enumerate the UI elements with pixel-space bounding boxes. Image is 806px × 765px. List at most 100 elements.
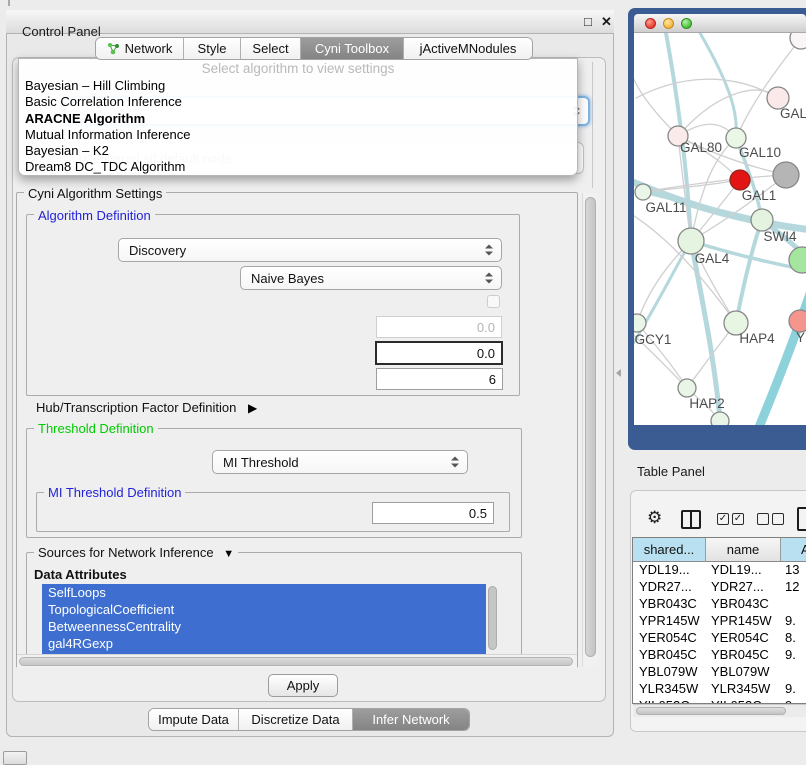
float-window-icon[interactable]: □ (584, 14, 592, 29)
node-label: SWI4 (763, 229, 796, 244)
network-edge[interactable] (700, 33, 736, 138)
gear-icon[interactable]: ⚙ (647, 508, 662, 528)
table-row[interactable]: YDR27... YDR27... 12 (633, 579, 806, 596)
network-node[interactable] (789, 310, 806, 332)
control-panel-titlebar[interactable]: Control Panel (6, 10, 614, 34)
network-node[interactable] (711, 412, 729, 425)
splitter-collapse-icon[interactable] (616, 369, 621, 377)
table-cell: YBR045C (639, 647, 697, 662)
network-node[interactable] (678, 379, 696, 397)
table-row[interactable]: YBL079WYBL079W (633, 664, 806, 681)
column-header-name[interactable]: name (706, 538, 781, 562)
network-node[interactable] (790, 33, 806, 49)
tab-discretize-data[interactable]: Discretize Data (239, 709, 353, 730)
network-edge[interactable] (678, 90, 778, 136)
network-node[interactable] (730, 170, 750, 190)
table-cell: YPR145W (711, 613, 772, 628)
mi-algorithm-type-combobox[interactable]: Naive Bayes (240, 266, 502, 290)
data-attribute-item[interactable]: SelfLoops (42, 584, 486, 601)
algorithm-option[interactable]: Basic Correlation Inference (23, 94, 575, 110)
split-columns-icon[interactable] (681, 510, 701, 529)
table-row[interactable]: YER054CYER054C8. (633, 630, 806, 647)
corner-button[interactable] (3, 751, 27, 765)
network-edge[interactable] (636, 79, 778, 98)
sources-toggle[interactable]: Sources for Network Inference ▼ (34, 545, 238, 560)
tab-cyni-toolbox[interactable]: Cyni Toolbox (301, 38, 404, 59)
network-window-titlebar[interactable] (634, 14, 806, 33)
network-edge[interactable] (736, 220, 762, 323)
network-edge[interactable] (634, 212, 736, 323)
tab-jactivemnodules[interactable]: jActiveMNodules (404, 38, 532, 59)
network-node[interactable] (635, 184, 651, 200)
unchecked-checkbox-icon[interactable] (757, 513, 769, 525)
table-horizontal-scrollbar[interactable] (633, 704, 806, 717)
checked-checkbox-icon[interactable]: ✓ (717, 513, 729, 525)
data-attribute-item[interactable]: BetweennessCentrality (42, 618, 486, 635)
tab-style[interactable]: Style (184, 38, 241, 59)
which-threshold-value: MI Threshold (223, 455, 299, 470)
table-cell: YDR27... (639, 579, 692, 594)
data-attribute-item[interactable]: TopologicalCoefficient (42, 601, 486, 618)
settings-vertical-scrollbar-thumb[interactable] (585, 197, 596, 657)
table-cell: YDR27... (711, 579, 764, 594)
aracne-mode-combobox[interactable]: Discovery (118, 238, 502, 262)
apply-button[interactable]: Apply (268, 674, 338, 697)
tab-select[interactable]: Select (241, 38, 301, 59)
algorithm-option[interactable]: Bayesian – Hill Climbing (23, 78, 575, 94)
table-row[interactable]: YLR345WYLR345W9. (633, 681, 806, 698)
table-row[interactable]: YBR045CYBR045C9. (633, 647, 806, 664)
table-cell: YER054C (711, 630, 769, 645)
network-edge[interactable] (736, 38, 801, 138)
column-header-third[interactable]: A (781, 538, 806, 562)
tab-network[interactable]: Network (96, 38, 184, 59)
table-row[interactable]: YDL19...YDL19...13 (633, 562, 806, 579)
network-graph[interactable]: GALGAL80GAL10GAL1GAL11SWI4GAL4GCY1HAP4YH… (634, 33, 806, 425)
kernel-width-field[interactable]: 0.0 (376, 316, 502, 338)
algorithm-option[interactable]: Bayesian – K2 (23, 143, 575, 159)
close-traffic-light-icon[interactable] (645, 18, 656, 29)
column-header-shared-name[interactable]: shared... (633, 538, 706, 562)
network-node[interactable] (634, 314, 646, 332)
table-cell: 12 (785, 579, 799, 594)
network-node[interactable] (751, 209, 773, 231)
hub-definition-toggle[interactable]: Hub/Transcription Factor Definition ▶ (36, 400, 257, 415)
mi-steps-field[interactable]: 6 (376, 368, 503, 390)
which-threshold-combobox[interactable]: MI Threshold (212, 450, 468, 474)
settings-horizontal-scrollbar[interactable] (17, 654, 577, 668)
close-window-icon[interactable]: ✕ (601, 14, 612, 30)
node-label: Y (796, 330, 805, 345)
settings-horizontal-scrollbar-thumb[interactable] (19, 657, 573, 666)
algorithm-option[interactable]: Dream8 DC_TDC Algorithm (23, 159, 575, 175)
algorithm-option[interactable]: ARACNE Algorithm (23, 111, 575, 127)
algorithm-definition-label: Algorithm Definition (34, 208, 155, 223)
document-icon[interactable] (797, 507, 806, 531)
node-label: GAL1 (742, 188, 777, 203)
network-edge[interactable] (757, 288, 806, 425)
minimize-traffic-light-icon[interactable] (663, 18, 674, 29)
node-label: GAL80 (680, 140, 722, 155)
settings-vertical-scrollbar[interactable] (582, 193, 598, 667)
table-cell: YBR043C (639, 596, 697, 611)
tab-infer-network[interactable]: Infer Network (353, 709, 469, 730)
zoom-traffic-light-icon[interactable] (681, 18, 692, 29)
data-attributes-list[interactable]: SelfLoopsTopologicalCoefficientBetweenne… (42, 584, 486, 654)
tab-impute-data[interactable]: Impute Data (149, 709, 239, 730)
table-horizontal-scrollbar-thumb[interactable] (636, 707, 786, 715)
dpi-tolerance-field[interactable]: 0.0 (375, 341, 503, 365)
manual-kernel-width-checkbox[interactable] (487, 295, 500, 308)
network-node[interactable] (789, 247, 806, 273)
unchecked-checkbox-icon[interactable] (772, 513, 784, 525)
node-label: GAL4 (695, 251, 730, 266)
checked-checkbox-icon[interactable]: ✓ (732, 513, 744, 525)
aracne-mode-value: Discovery (129, 243, 186, 258)
table-row[interactable]: YPR145WYPR145W9. (633, 613, 806, 630)
tab-impute-data-label: Impute Data (158, 712, 229, 727)
algorithm-option[interactable]: Mutual Information Inference (23, 127, 575, 143)
mi-threshold-field[interactable]: 0.5 (372, 502, 494, 524)
data-attribute-item[interactable]: gal4RGexp (42, 635, 486, 652)
table-row[interactable]: YBR043CYBR043C (633, 596, 806, 613)
table-cell: 9. (785, 681, 796, 696)
threshold-definition-label: Threshold Definition (34, 421, 158, 436)
network-node[interactable] (773, 162, 799, 188)
attributes-scrollbar-thumb[interactable] (488, 586, 497, 650)
